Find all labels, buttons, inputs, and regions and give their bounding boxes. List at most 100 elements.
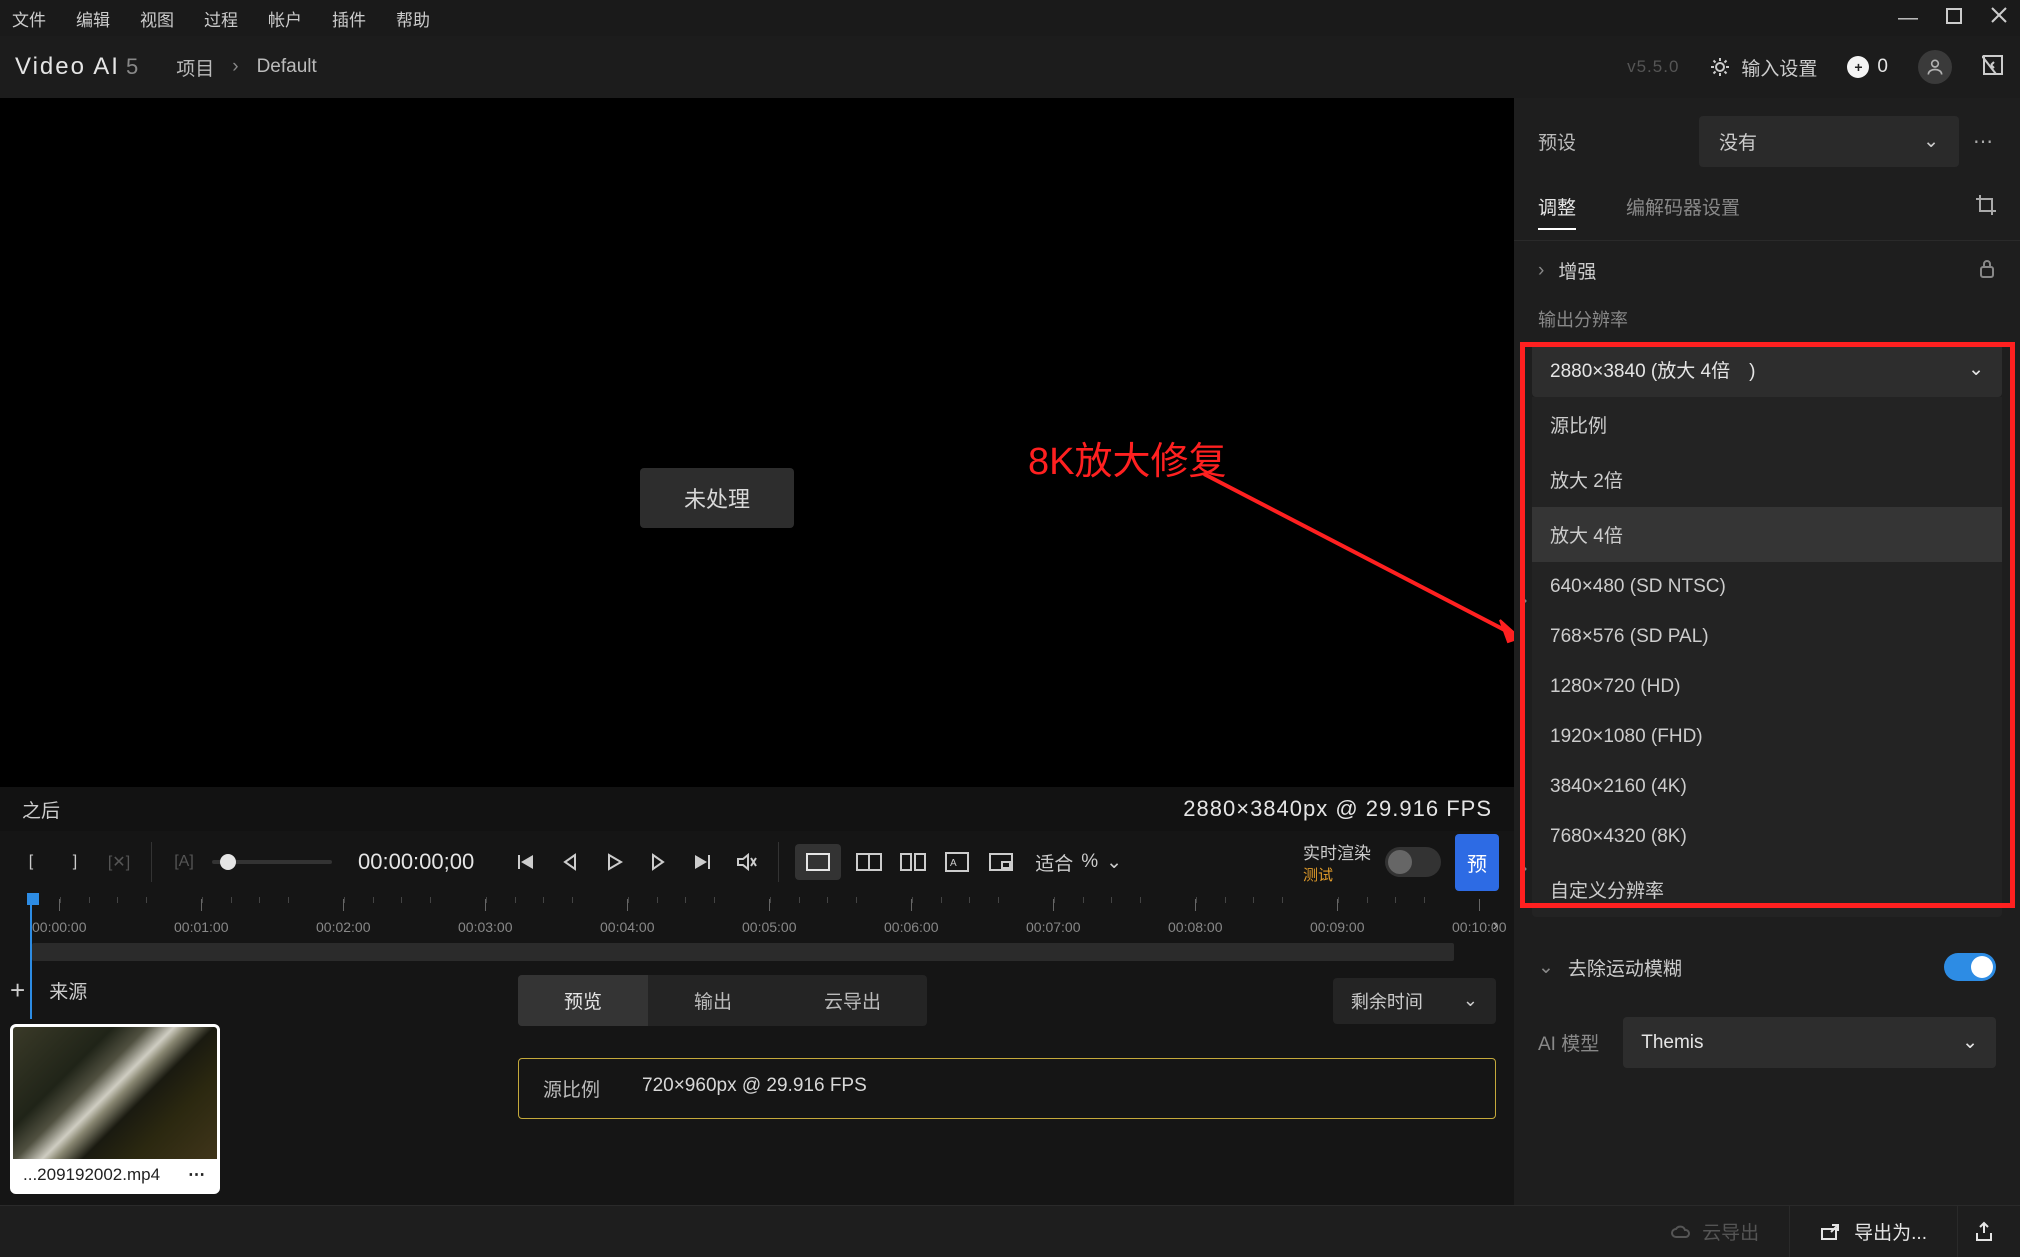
settings-panel: 预设 没有 ⌄ ⋯ 调整 编解码器设置 ›增强 输出分辨率 2880×3840 … [1514, 98, 2020, 1205]
ai-model-label: AI 模型 [1538, 1029, 1599, 1056]
minimize-icon[interactable]: — [1898, 7, 1918, 30]
credits[interactable]: + 0 [1847, 56, 1888, 78]
breadcrumb-project[interactable]: 项目 [176, 54, 214, 81]
speed-slider[interactable] [212, 860, 332, 864]
share-button[interactable] [1957, 1206, 2010, 1257]
resolution-option[interactable]: 1280×720 (HD) [1532, 662, 2002, 712]
chevron-right-icon[interactable]: › [1522, 592, 1527, 610]
frame-back-icon[interactable] [554, 846, 586, 878]
frame-fwd-icon[interactable] [642, 846, 674, 878]
export-as-button[interactable]: 导出为... [1789, 1206, 1957, 1257]
preset-label: 预设 [1538, 128, 1576, 155]
mark-out-icon[interactable]: ] [59, 846, 91, 878]
realtime-test-label: 测试 [1303, 864, 1371, 885]
timecode[interactable]: 00:00:00;00 [358, 849, 474, 875]
preview-info-row[interactable]: 源比例 720×960px @ 29.916 FPS [518, 1058, 1496, 1119]
close-icon[interactable] [1990, 6, 2008, 30]
source-thumbnail[interactable]: ...209192002.mp4 ⋯ [10, 1024, 220, 1194]
thumbnail-menu-icon[interactable]: ⋯ [188, 1165, 207, 1185]
titlebar: Video AI5 项目 › Default v5.5.0 输入设置 + 0 [0, 36, 2020, 98]
tab-cloud-export[interactable]: 云导出 [778, 975, 927, 1026]
source-pane: + 来源 ...209192002.mp4 ⋯ [0, 965, 500, 1205]
mark-in-icon[interactable]: [ [15, 846, 47, 878]
clear-marks-icon[interactable]: [✕] [103, 846, 135, 878]
chevron-right-icon: › [232, 56, 238, 78]
resolution-option[interactable]: 放大 4倍 [1532, 507, 2002, 562]
chevron-down-icon: ⌄ [1968, 358, 1984, 381]
chevron-right-icon[interactable]: › [1522, 860, 1527, 878]
view-side-button[interactable] [897, 846, 929, 878]
view-single-button[interactable] [795, 844, 841, 880]
chevron-right-icon: › [1538, 260, 1544, 282]
breadcrumb-default[interactable]: Default [257, 56, 317, 78]
export-icon [1820, 1223, 1840, 1241]
input-settings-button[interactable]: 输入设置 [1709, 54, 1817, 81]
crop-icon[interactable] [1974, 185, 1996, 230]
timeline[interactable]: 00:00:0000:01:0000:02:0000:03:0000:04:00… [0, 893, 1514, 965]
menu-view[interactable]: 视图 [140, 6, 174, 31]
realtime-render-label: 实时渲染 [1303, 839, 1371, 864]
realtime-toggle[interactable] [1385, 847, 1441, 877]
unprocessed-label: 未处理 [640, 468, 794, 528]
avatar[interactable] [1918, 50, 1952, 84]
deblur-toggle[interactable] [1944, 953, 1996, 981]
coin-icon: + [1847, 56, 1869, 78]
menu-process[interactable]: 过程 [204, 6, 238, 31]
output-res-select[interactable]: 2880×3840 (放大 4倍 ) ⌄ [1532, 342, 2002, 397]
tab-adjust[interactable]: 调整 [1538, 185, 1576, 230]
timeline-scroll-right-icon[interactable]: › [1493, 917, 1498, 935]
status-strip: 之后 2880×3840px @ 29.916 FPS [0, 787, 1514, 831]
play-icon[interactable] [598, 846, 630, 878]
output-tabs: 预览 输出 云导出 [518, 975, 927, 1026]
skip-end-icon[interactable] [686, 846, 718, 878]
timeline-track[interactable] [32, 943, 1454, 961]
auto-mark-icon[interactable]: [A] [168, 846, 200, 878]
chevron-down-icon: ⌄ [1463, 990, 1478, 1011]
panel-toggle-icon[interactable] [1982, 54, 2004, 81]
enhance-section[interactable]: ›增强 [1514, 241, 2020, 300]
remaining-time-dropdown[interactable]: 剩余时间 ⌄ [1333, 978, 1496, 1024]
menu-help[interactable]: 帮助 [396, 6, 430, 31]
chevron-down-icon[interactable]: ⌄ [1538, 956, 1554, 979]
output-res-label: 输出分辨率 [1514, 300, 2020, 342]
after-label: 之后 [22, 796, 60, 823]
view-split-h-button[interactable] [853, 846, 885, 878]
menu-account[interactable]: 帐户 [268, 6, 302, 31]
breadcrumb: 项目 › Default [176, 54, 317, 81]
user-icon [1925, 57, 1945, 77]
add-source-button[interactable]: + [10, 975, 25, 1006]
version-label: v5.5.0 [1627, 57, 1679, 77]
resolution-option[interactable]: 放大 2倍 [1532, 452, 2002, 507]
chevron-down-icon: ⌄ [1962, 1031, 1978, 1054]
resolution-option[interactable]: 源比例 [1532, 397, 2002, 452]
preset-select[interactable]: 没有 ⌄ [1699, 116, 1959, 167]
menu-edit[interactable]: 编辑 [76, 6, 110, 31]
view-pip-button[interactable] [985, 846, 1017, 878]
preview-button[interactable]: 预 [1455, 834, 1499, 891]
lock-icon[interactable] [1978, 258, 1996, 284]
video-stage[interactable]: 未处理 8K放大修复 [0, 98, 1514, 787]
tab-codec[interactable]: 编解码器设置 [1626, 185, 1740, 230]
zoom-fit-dropdown[interactable]: 适合 % ⌄ [1035, 849, 1122, 876]
menu-file[interactable]: 文件 [12, 6, 46, 31]
resolution-option[interactable]: 768×576 (SD PAL) [1532, 612, 2002, 662]
skip-start-icon[interactable] [510, 846, 542, 878]
tab-output[interactable]: 输出 [648, 975, 778, 1026]
svg-text:A: A [950, 858, 957, 869]
app-title: Video AI5 [15, 53, 140, 81]
mute-icon[interactable] [730, 846, 762, 878]
resolution-option[interactable]: 3840×2160 (4K) [1532, 762, 2002, 812]
preset-more-icon[interactable]: ⋯ [1973, 129, 1996, 154]
resolution-option[interactable]: 1920×1080 (FHD) [1532, 712, 2002, 762]
tab-preview[interactable]: 预览 [518, 975, 648, 1026]
menu-plugins[interactable]: 插件 [332, 6, 366, 31]
annotation-text: 8K放大修复 [1028, 430, 1226, 485]
output-res-dropdown: 源比例 放大 2倍 放大 4倍 640×480 (SD NTSC) 768×57… [1532, 397, 2002, 917]
cloud-export-button[interactable]: 云导出 [1640, 1218, 1789, 1245]
maximize-icon[interactable] [1946, 7, 1962, 30]
ai-model-select[interactable]: Themis ⌄ [1623, 1017, 1996, 1068]
view-ab-button[interactable]: A [941, 846, 973, 878]
annotation-arrow [1200, 468, 1540, 658]
source-label: 来源 [49, 977, 87, 1004]
gear-icon [1709, 56, 1731, 78]
